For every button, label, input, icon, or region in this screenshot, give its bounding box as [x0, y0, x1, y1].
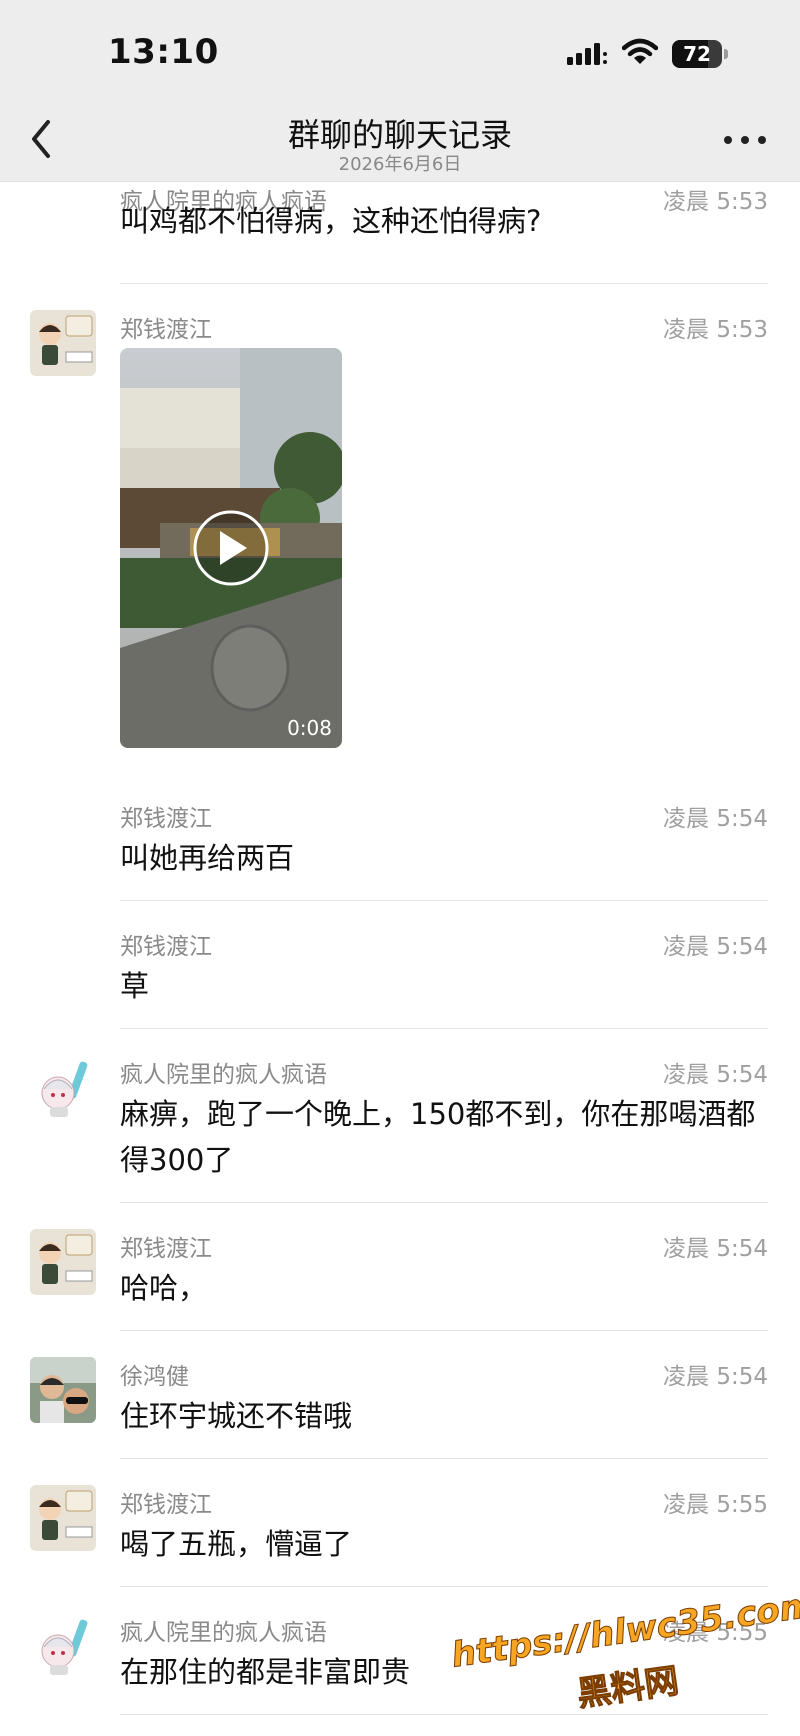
message-time: 凌晨 5:54: [663, 1236, 768, 1262]
message-time: 凌晨 5:54: [663, 1062, 768, 1088]
avatar[interactable]: [30, 1055, 96, 1121]
status-bar: 13:10 72: [0, 0, 800, 100]
avatar-cartoon-boy-icon: [30, 310, 96, 376]
wifi-icon: [622, 38, 658, 64]
avatar[interactable]: [30, 1613, 96, 1679]
message-text: 草: [120, 969, 150, 1003]
sender-name: 郑钱渡江: [120, 1236, 212, 1262]
avatar[interactable]: [30, 1357, 96, 1423]
avatar-cartoon-sword-icon: [30, 1613, 96, 1679]
message-time: 凌晨 5:54: [663, 806, 768, 832]
avatar[interactable]: [30, 1485, 96, 1551]
battery-level: 72: [683, 42, 711, 66]
divider: [120, 1586, 768, 1587]
nav-bar: 群聊的聊天记录 2026年6月6日: [0, 100, 800, 182]
avatar-cartoon-sword-icon: [30, 1055, 96, 1121]
message-text: 住环宇城还不错哦: [120, 1399, 353, 1433]
message-time: 凌晨 5:54: [663, 1364, 768, 1390]
divider: [120, 1330, 768, 1331]
cellular-signal-icon: [567, 43, 607, 65]
divider: [120, 900, 768, 901]
avatar-cartoon-boy-icon: [30, 1485, 96, 1551]
message-text: 叫她再给两百: [120, 841, 295, 875]
video-thumbnail[interactable]: 0:08: [120, 348, 342, 748]
avatar[interactable]: [30, 1229, 96, 1295]
sender-name: 郑钱渡江: [120, 317, 212, 343]
battery-icon: 72: [672, 40, 728, 68]
status-time: 13:10: [108, 32, 219, 72]
message-text: 叫鸡都不怕得病，这种还怕得病?: [120, 204, 542, 238]
page-subtitle: 2026年6月6日: [338, 154, 462, 175]
video-duration: 0:08: [287, 716, 332, 740]
sender-name: 徐鸿健: [120, 1364, 189, 1390]
message-text: 麻痹，跑了一个晚上，150都不到，你在那喝酒都得300了: [120, 1097, 756, 1177]
message-text: 喝了五瓶，懵逼了: [120, 1527, 353, 1561]
message-time: 凌晨 5:55: [663, 1492, 768, 1518]
divider: [120, 1458, 768, 1459]
sender-name: 郑钱渡江: [120, 1492, 212, 1518]
avatar-cartoon-boy-icon: [30, 1229, 96, 1295]
sender-name: 郑钱渡江: [120, 934, 212, 960]
video-preview-image: [120, 348, 342, 748]
message-time: 凌晨 5:54: [663, 934, 768, 960]
chat-history-list[interactable]: 疯人院里的疯人疯语 凌晨 5:53 叫鸡都不怕得病，这种还怕得病? 郑钱渡江 凌…: [0, 182, 800, 1736]
sender-name: 疯人院里的疯人疯语: [120, 1620, 327, 1646]
message-time: 凌晨 5:53: [663, 317, 768, 343]
sender-name: 郑钱渡江: [120, 806, 212, 832]
divider: [120, 1202, 768, 1203]
sender-name: 疯人院里的疯人疯语: [120, 1062, 327, 1088]
avatar-photo-icon: [30, 1357, 96, 1423]
ellipsis-icon[interactable]: [720, 128, 770, 152]
divider: [120, 283, 768, 284]
message-text: 哈哈，: [120, 1271, 208, 1305]
avatar[interactable]: [30, 310, 96, 376]
divider: [120, 1028, 768, 1029]
